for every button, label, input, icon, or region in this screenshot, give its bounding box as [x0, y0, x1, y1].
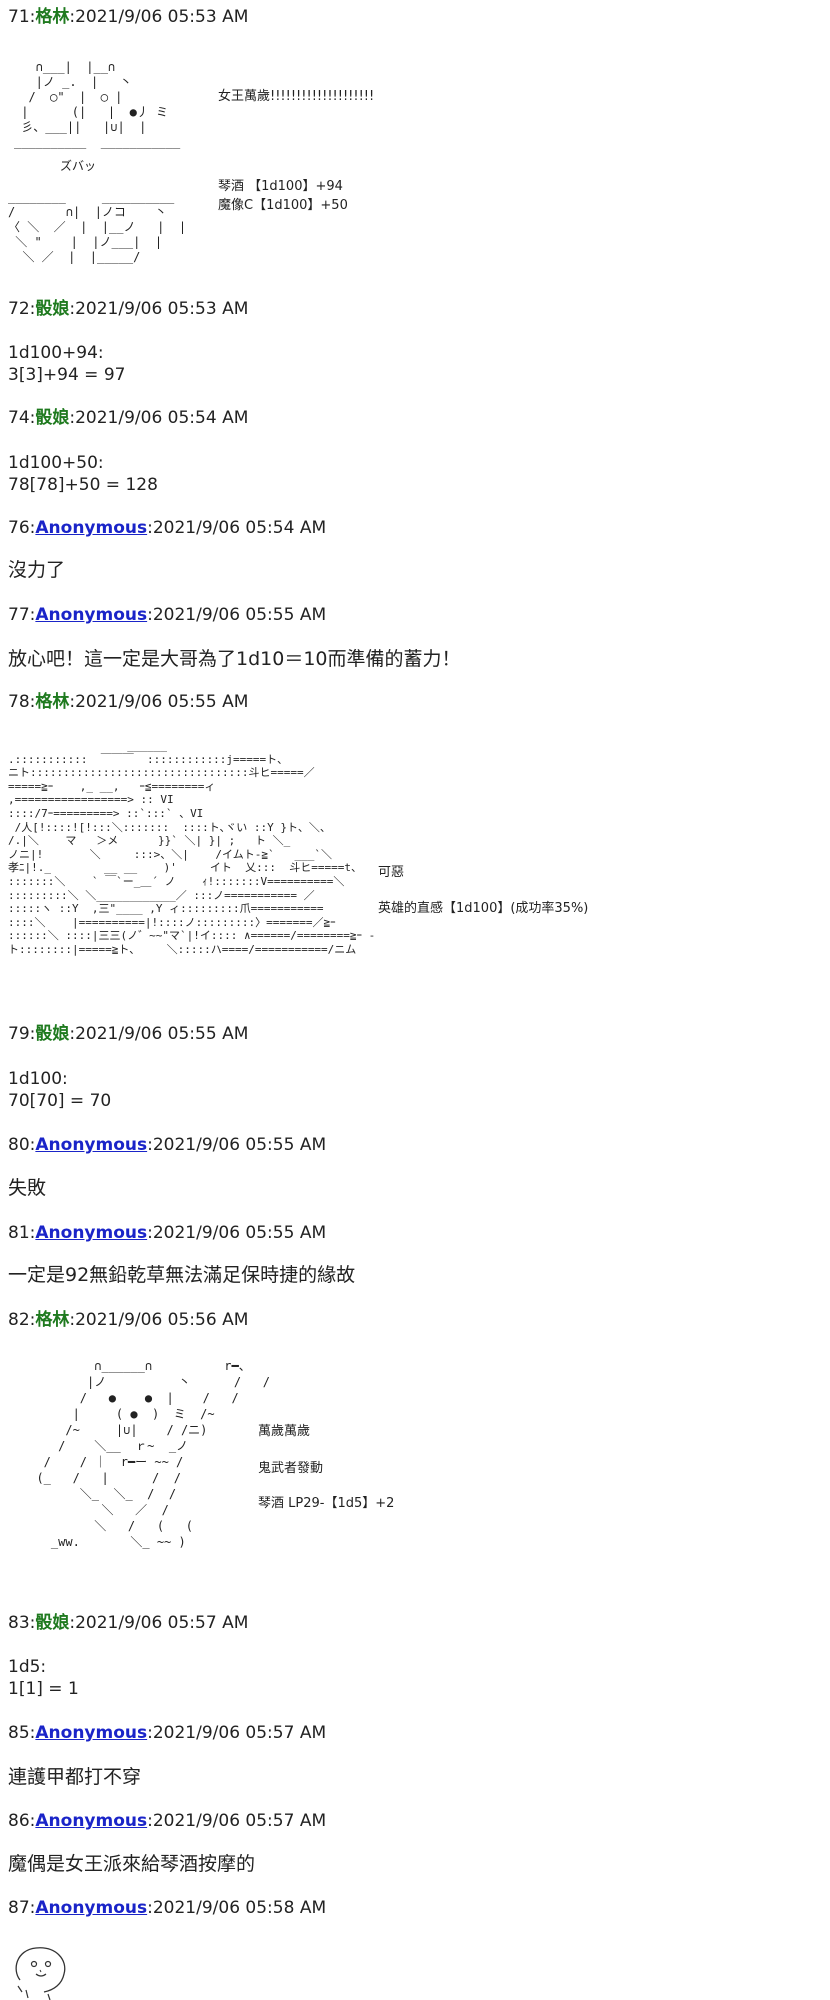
post-header: 71:格林:2021/9/06 05:53 AM [8, 6, 248, 28]
poster-name-link[interactable]: Anonymous [35, 1223, 147, 1243]
dice-formula: 1d100+94: [8, 343, 104, 363]
dialogue-text: 可惡 [378, 865, 405, 880]
post-number: 82 [8, 1310, 30, 1330]
post-header: 72:骰娘:2021/9/06 05:53 AM [8, 298, 248, 320]
poster-name: 骰娘 [35, 408, 70, 428]
post-time: 2021/9/06 05:55 AM [75, 692, 249, 712]
dialogue-text: 鬼武者發動 [258, 1461, 324, 1476]
dice-formula: 1d100: [8, 1069, 68, 1089]
post-header: 80:Anonymous:2021/9/06 05:55 AM [8, 1134, 326, 1156]
post-number: 83 [8, 1613, 30, 1633]
post-number: 76 [8, 518, 30, 538]
ascii-art-figure-4: ∩______∩ r━、 |ノ 丶 / / / ● ● | / / | ( ● … [36, 1359, 270, 1549]
post-time: 2021/9/06 05:57 AM [152, 1811, 327, 1831]
poster-name: 骰娘 [35, 1613, 70, 1633]
post-body: 連護甲都打不穿 [8, 1766, 142, 1788]
post-time: 2021/9/06 05:53 AM [75, 7, 249, 27]
poster-name-link[interactable]: Anonymous [35, 518, 147, 538]
dice-result: 70[70] = 70 [8, 1091, 112, 1111]
post-number: 72 [8, 299, 30, 319]
ascii-art-figure-1: ∩___| |__∩ |ノ _. | 丶 / ◯" | ◯ | | (| | ●… [14, 60, 181, 149]
roll-line: 琴酒 LP29-【1d5】+2 [258, 1496, 395, 1511]
post-header: 76:Anonymous:2021/9/06 05:54 AM [8, 517, 326, 539]
poster-name-link[interactable]: Anonymous [35, 1135, 147, 1155]
post-header: 83:骰娘:2021/9/06 05:57 AM [8, 1612, 248, 1634]
post-time: 2021/9/06 05:54 AM [152, 518, 327, 538]
post-header: 77:Anonymous:2021/9/06 05:55 AM [8, 604, 326, 626]
poster-name: 格林 [35, 1310, 70, 1330]
poster-name-link[interactable]: Anonymous [35, 1811, 147, 1831]
shout-text: 女王萬歲!!!!!!!!!!!!!!!!!!!! [218, 89, 375, 104]
roll-line: 琴酒 【1d100】+94 [218, 179, 343, 194]
post-number: 87 [8, 1898, 30, 1918]
post-number: 78 [8, 692, 30, 712]
poster-name: 格林 [35, 7, 70, 27]
post-number: 74 [8, 408, 30, 428]
poster-name: 骰娘 [35, 299, 70, 319]
post-number: 86 [8, 1811, 30, 1831]
poster-name-link[interactable]: Anonymous [35, 605, 147, 625]
post-header: 78:格林:2021/9/06 05:55 AM [8, 691, 248, 713]
post-number: 71 [8, 7, 30, 27]
ascii-art-figure-3: ______ .::::::::::: ￣￣￣ ::::::::::::j===… [8, 739, 376, 956]
post-number: 77 [8, 605, 30, 625]
sound-effect-text: ズバッ [60, 159, 97, 173]
post-header: 82:格林:2021/9/06 05:56 AM [8, 1309, 248, 1331]
post-number: 79 [8, 1024, 30, 1044]
post-number: 85 [8, 1723, 30, 1743]
post-time: 2021/9/06 05:53 AM [75, 299, 249, 319]
post-header: 79:骰娘:2021/9/06 05:55 AM [8, 1023, 248, 1045]
post-body: 沒力了 [8, 559, 66, 581]
post-time: 2021/9/06 05:54 AM [75, 408, 249, 428]
poster-name-link[interactable]: Anonymous [35, 1898, 147, 1918]
post-number: 80 [8, 1135, 30, 1155]
dialogue-text: 萬歲萬歲 [258, 1424, 311, 1439]
dice-result: 3[3]+94 = 97 [8, 365, 126, 385]
post-time: 2021/9/06 05:55 AM [152, 1135, 327, 1155]
post-time: 2021/9/06 05:57 AM [152, 1723, 327, 1743]
poster-name-link[interactable]: Anonymous [35, 1723, 147, 1743]
post-time: 2021/9/06 05:57 AM [75, 1613, 249, 1633]
smiley-face-drawing [15, 1947, 66, 2000]
post-header: 81:Anonymous:2021/9/06 05:55 AM [8, 1222, 326, 1244]
post-time: 2021/9/06 05:55 AM [75, 1024, 249, 1044]
post-time: 2021/9/06 05:55 AM [152, 605, 327, 625]
poster-name: 骰娘 [35, 1024, 70, 1044]
post-time: 2021/9/06 05:58 AM [152, 1898, 327, 1918]
post-body: 失敗 [8, 1177, 47, 1199]
poster-name: 格林 [35, 692, 70, 712]
roll-line: 魔像C【1d100】+50 [218, 198, 348, 213]
post-body: 一定是92無鉛乾草無法滿足保時捷的緣故 [8, 1264, 356, 1286]
dice-result: 1[1] = 1 [8, 1679, 79, 1699]
post-header: 85:Anonymous:2021/9/06 05:57 AM [8, 1722, 326, 1744]
post-header: 87:Anonymous:2021/9/06 05:58 AM [8, 1897, 326, 1919]
post-time: 2021/9/06 05:56 AM [75, 1310, 249, 1330]
dice-result: 78[78]+50 = 128 [8, 475, 158, 495]
post-body: 放心吧！這一定是大哥為了1d10＝10而準備的蓄力！ [8, 648, 461, 670]
roll-line: 英雄的直感【1d100】(成功率35%) [378, 901, 589, 916]
post-number: 81 [8, 1223, 30, 1243]
post-header: 86:Anonymous:2021/9/06 05:57 AM [8, 1810, 326, 1832]
dice-formula: 1d5: [8, 1657, 47, 1677]
post-body: 魔偶是女王派來給琴酒按摩的 [8, 1853, 256, 1875]
ascii-art-figure-2: ________ __________ / ∩| |ノコ 丶 〈 ＼ ／ | |… [8, 190, 187, 264]
post-time: 2021/9/06 05:55 AM [152, 1223, 327, 1243]
post-header: 74:骰娘:2021/9/06 05:54 AM [8, 407, 248, 429]
dice-formula: 1d100+50: [8, 453, 104, 473]
